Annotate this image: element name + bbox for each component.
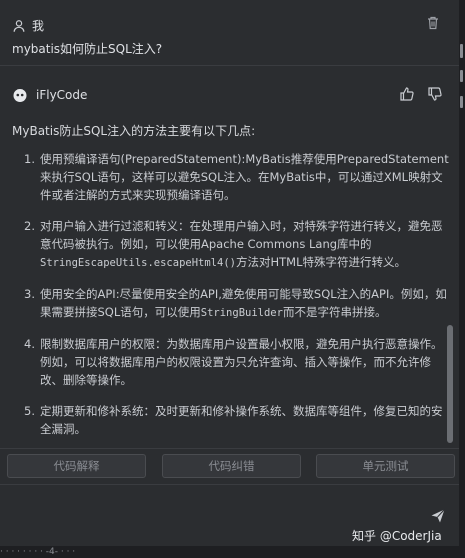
trash-icon[interactable] [425,15,441,31]
list-text: 使用预编译语句(PreparedStatement):MyBatis推荐使用Pr… [40,152,449,202]
user-message: 我 mybatis如何防止SQL注入? [0,0,459,66]
assistant-name: iFlyCode [36,88,88,102]
user-question: mybatis如何防止SQL注入? [12,42,163,56]
right-gutter [459,0,465,558]
assistant-header: iFlyCode [12,87,87,103]
iflycode-logo-icon [13,89,27,102]
inline-code: StringBuilder [200,307,283,319]
assistant-answer: MyBatis防止SQL注入的方法主要有以下几点: 1. 使用预编译语句(Pre… [12,122,452,444]
list-item: 5. 定期更新和修补系统：及时更新和修补操作系统、数据库等组件，修复已知的安全漏… [24,402,452,438]
send-icon[interactable] [430,508,446,524]
list-number: 2. [24,219,35,233]
list-text: 定期更新和修补系统：及时更新和修补操作系统、数据库等组件，修复已知的安全漏洞。 [40,404,443,436]
answer-intro: MyBatis防止SQL注入的方法主要有以下几点: [12,124,256,138]
user-header: 我 [12,17,44,34]
answer-list: 1. 使用预编译语句(PreparedStatement):MyBatis推荐使… [24,150,452,444]
list-item: 3. 使用安全的API:尽量使用安全的API,避免使用可能导致SQL注入的API… [24,285,452,322]
list-item: 2. 对用户输入进行过滤和转义：在处理用户输入时，对特殊字符进行转义，避免恶意代… [24,217,452,272]
list-item: 1. 使用预编译语句(PreparedStatement):MyBatis推荐使… [24,150,452,204]
fix-code-button[interactable]: 代码纠错 [162,454,301,478]
user-icon [13,19,25,32]
gutter-mark [460,44,463,58]
list-text: 对用户输入进行过滤和转义：在处理用户输入时，对特殊字符进行转义，避免恶意代码被执… [40,219,443,251]
thumbs-down-icon[interactable] [427,86,443,102]
list-text: 而不是字符串拼接。 [282,305,387,319]
gutter-mark [460,96,463,108]
list-number: 5. [24,404,35,418]
list-item: 4. 限制数据库用户的权限：为数据库用户设置最小权限，避免用户执行恶意操作。例如… [24,335,452,389]
unit-test-button[interactable]: 单元测试 [316,454,455,478]
list-number: 4. [24,337,35,351]
user-name: 我 [32,19,45,33]
list-text: 方法对HTML特殊字符进行转义。 [235,255,406,269]
list-text: 限制数据库用户的权限：为数据库用户设置最小权限，避免用户执行恶意操作。例如，可以… [40,337,443,387]
action-bar: 代码解释 代码纠错 单元测试 [0,448,459,484]
chat-panel: 我 mybatis如何防止SQL注入? iFlyCode MyBatis防止SQ… [0,0,465,558]
gutter-mark [460,70,463,82]
thumbs-up-icon[interactable] [399,86,415,102]
explain-code-button[interactable]: 代码解释 [7,454,146,478]
list-number: 1. [24,152,35,166]
list-number: 3. [24,287,35,301]
bottom-fragment: · · · · · · · · -4- · · · [0,547,76,557]
inline-code: StringEscapeUtils.escapeHtml4() [40,257,236,269]
answer-scrollbar[interactable] [447,325,453,443]
watermark: 知乎 @CoderJia [352,529,442,543]
